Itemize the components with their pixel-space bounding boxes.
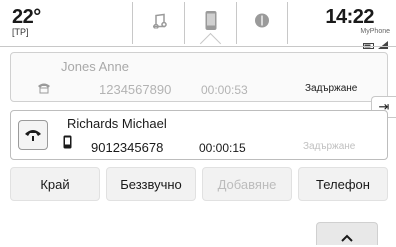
tab-audio[interactable] — [132, 2, 184, 44]
traffic-program-indicator: [TP] — [12, 27, 29, 37]
temperature: 22° — [12, 6, 41, 28]
call-row-held[interactable]: Jones Anne 1234567890 00:00:53 Задържане — [10, 52, 388, 102]
caller-number: 9012345678 — [91, 140, 164, 155]
call-row-active[interactable]: Richards Michael 9012345678 00:00:15 Зад… — [10, 110, 388, 160]
tab-navigation[interactable] — [236, 2, 288, 44]
hold-button[interactable] — [18, 120, 48, 150]
call-state: Задържане — [305, 83, 358, 94]
phone-handset-icon — [37, 81, 51, 99]
mute-button[interactable]: Беззвучно — [106, 167, 196, 201]
status-bar: 22° [TP] 14:22 MyPhone — [0, 0, 396, 49]
carrier-name: MyPhone — [360, 28, 390, 35]
call-state: Задържане — [303, 141, 356, 152]
caller-number: 1234567890 — [99, 82, 172, 97]
hold-phone-icon — [24, 128, 42, 147]
add-call-button[interactable]: Добавяне — [202, 167, 292, 201]
expand-button[interactable] — [316, 222, 378, 245]
header-divider — [0, 46, 396, 47]
caller-name: Richards Michael — [67, 116, 167, 131]
navigation-icon — [254, 13, 270, 34]
call-duration: 00:00:53 — [201, 83, 248, 97]
tab-phone[interactable] — [184, 2, 236, 44]
caller-name: Jones Anne — [61, 59, 129, 74]
call-actions: Край Беззвучно Добавяне Телефон — [10, 167, 388, 201]
music-note-icon — [151, 13, 167, 34]
chevron-up-icon — [341, 229, 353, 247]
phone-button[interactable]: Телефон — [298, 167, 388, 201]
app-tabs — [132, 2, 288, 44]
mobile-phone-icon — [63, 135, 72, 154]
call-duration: 00:00:15 — [199, 141, 246, 155]
clock: 14:22 — [325, 6, 374, 28]
phone-icon — [205, 11, 217, 36]
end-call-button[interactable]: Край — [10, 167, 100, 201]
